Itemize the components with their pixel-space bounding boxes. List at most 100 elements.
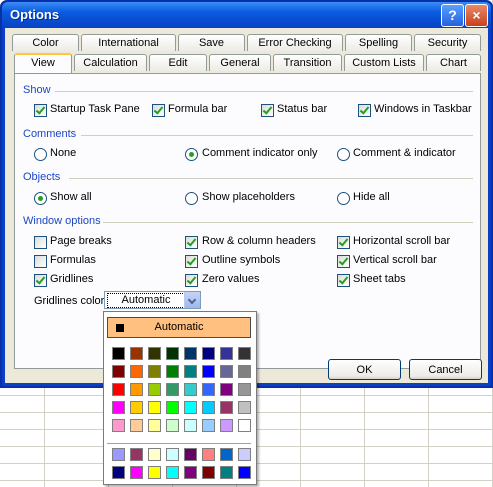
tab-error-checking[interactable]: Error Checking bbox=[247, 34, 343, 51]
color-swatch[interactable] bbox=[202, 448, 215, 461]
color-swatch[interactable] bbox=[202, 466, 215, 479]
color-swatch[interactable] bbox=[166, 347, 179, 360]
color-swatch[interactable] bbox=[166, 365, 179, 378]
color-swatch[interactable] bbox=[220, 383, 233, 396]
row-column-headers-checkbox[interactable] bbox=[185, 236, 198, 249]
color-swatch[interactable] bbox=[130, 419, 143, 432]
color-swatch[interactable] bbox=[112, 401, 125, 414]
color-swatch[interactable] bbox=[112, 466, 125, 479]
row-column-headers-label: Row & column headers bbox=[202, 235, 316, 247]
automatic-color-option[interactable]: Automatic bbox=[107, 317, 251, 338]
color-swatch[interactable] bbox=[166, 419, 179, 432]
show-all-radio[interactable] bbox=[34, 192, 47, 205]
color-swatch[interactable] bbox=[220, 365, 233, 378]
color-swatch[interactable] bbox=[238, 466, 251, 479]
close-button[interactable]: × bbox=[465, 4, 488, 27]
color-swatch[interactable] bbox=[112, 419, 125, 432]
color-swatch[interactable] bbox=[130, 347, 143, 360]
cancel-button[interactable]: Cancel bbox=[409, 359, 482, 380]
comment-indicator-only-radio[interactable] bbox=[185, 148, 198, 161]
color-swatch[interactable] bbox=[202, 365, 215, 378]
ok-button[interactable]: OK bbox=[328, 359, 401, 380]
tab-transition[interactable]: Transition bbox=[273, 54, 342, 71]
color-swatch[interactable] bbox=[130, 383, 143, 396]
tab-color[interactable]: Color bbox=[12, 34, 79, 51]
show-placeholders-radio[interactable] bbox=[185, 192, 198, 205]
color-swatch[interactable] bbox=[220, 347, 233, 360]
tab-security[interactable]: Security bbox=[414, 34, 481, 51]
color-swatch[interactable] bbox=[148, 448, 161, 461]
color-swatch[interactable] bbox=[148, 347, 161, 360]
help-button[interactable]: ? bbox=[441, 4, 464, 27]
tab-spelling[interactable]: Spelling bbox=[345, 34, 412, 51]
formula-bar-checkbox[interactable] bbox=[152, 104, 165, 117]
color-swatch[interactable] bbox=[148, 383, 161, 396]
comment-and-indicator-radio[interactable] bbox=[337, 148, 350, 161]
tab-calculation[interactable]: Calculation bbox=[74, 54, 147, 71]
tab-save[interactable]: Save bbox=[178, 34, 245, 51]
windows-in-taskbar-label: Windows in Taskbar bbox=[374, 103, 472, 115]
color-swatch[interactable] bbox=[202, 347, 215, 360]
sheet-tabs-checkbox[interactable] bbox=[337, 274, 350, 287]
color-swatch[interactable] bbox=[238, 401, 251, 414]
color-swatch[interactable] bbox=[184, 466, 197, 479]
tab-view[interactable]: View bbox=[14, 53, 72, 73]
color-swatch[interactable] bbox=[166, 383, 179, 396]
color-swatch[interactable] bbox=[202, 401, 215, 414]
color-swatch[interactable] bbox=[184, 383, 197, 396]
tab-international[interactable]: International bbox=[81, 34, 176, 51]
horizontal-scroll-bar-checkbox[interactable] bbox=[337, 236, 350, 249]
gridlines-label: Gridlines bbox=[50, 273, 94, 285]
color-swatch[interactable] bbox=[166, 401, 179, 414]
tab-custom-lists[interactable]: Custom Lists bbox=[344, 54, 424, 71]
color-swatch[interactable] bbox=[148, 365, 161, 378]
status-bar-checkbox[interactable] bbox=[261, 104, 274, 117]
color-swatch[interactable] bbox=[112, 347, 125, 360]
color-swatch[interactable] bbox=[148, 419, 161, 432]
color-swatch[interactable] bbox=[130, 448, 143, 461]
comments-divider bbox=[81, 135, 473, 136]
page-breaks-checkbox[interactable] bbox=[34, 236, 47, 249]
hide-all-radio[interactable] bbox=[337, 192, 350, 205]
color-swatch[interactable] bbox=[202, 383, 215, 396]
color-swatch[interactable] bbox=[184, 401, 197, 414]
tab-chart[interactable]: Chart bbox=[426, 54, 481, 71]
color-swatch[interactable] bbox=[238, 419, 251, 432]
color-swatch[interactable] bbox=[184, 347, 197, 360]
color-swatch[interactable] bbox=[220, 401, 233, 414]
color-swatch[interactable] bbox=[238, 347, 251, 360]
chevron-down-icon[interactable] bbox=[184, 292, 200, 308]
color-swatch[interactable] bbox=[238, 383, 251, 396]
color-swatch[interactable] bbox=[130, 401, 143, 414]
color-swatch[interactable] bbox=[220, 466, 233, 479]
color-swatch[interactable] bbox=[202, 419, 215, 432]
startup-task-pane-checkbox[interactable] bbox=[34, 104, 47, 117]
gridlines-color-value: Automatic bbox=[107, 293, 185, 308]
color-swatch[interactable] bbox=[166, 466, 179, 479]
comments-none-radio[interactable] bbox=[34, 148, 47, 161]
color-swatch[interactable] bbox=[238, 448, 251, 461]
color-swatch[interactable] bbox=[184, 365, 197, 378]
color-swatch[interactable] bbox=[220, 448, 233, 461]
color-swatch[interactable] bbox=[184, 448, 197, 461]
formulas-checkbox[interactable] bbox=[34, 255, 47, 268]
tab-edit[interactable]: Edit bbox=[149, 54, 207, 71]
vertical-scroll-bar-checkbox[interactable] bbox=[337, 255, 350, 268]
tab-general[interactable]: General bbox=[209, 54, 271, 71]
windows-in-taskbar-checkbox[interactable] bbox=[358, 104, 371, 117]
color-swatch[interactable] bbox=[148, 466, 161, 479]
color-swatch[interactable] bbox=[130, 365, 143, 378]
color-swatch[interactable] bbox=[130, 466, 143, 479]
color-swatch[interactable] bbox=[112, 448, 125, 461]
gridlines-checkbox[interactable] bbox=[34, 274, 47, 287]
gridlines-color-dropdown[interactable]: Automatic bbox=[104, 291, 201, 309]
color-swatch[interactable] bbox=[112, 383, 125, 396]
outline-symbols-checkbox[interactable] bbox=[185, 255, 198, 268]
color-swatch[interactable] bbox=[166, 448, 179, 461]
color-swatch[interactable] bbox=[184, 419, 197, 432]
color-swatch[interactable] bbox=[220, 419, 233, 432]
color-swatch[interactable] bbox=[238, 365, 251, 378]
zero-values-checkbox[interactable] bbox=[185, 274, 198, 287]
color-swatch[interactable] bbox=[148, 401, 161, 414]
color-swatch[interactable] bbox=[112, 365, 125, 378]
